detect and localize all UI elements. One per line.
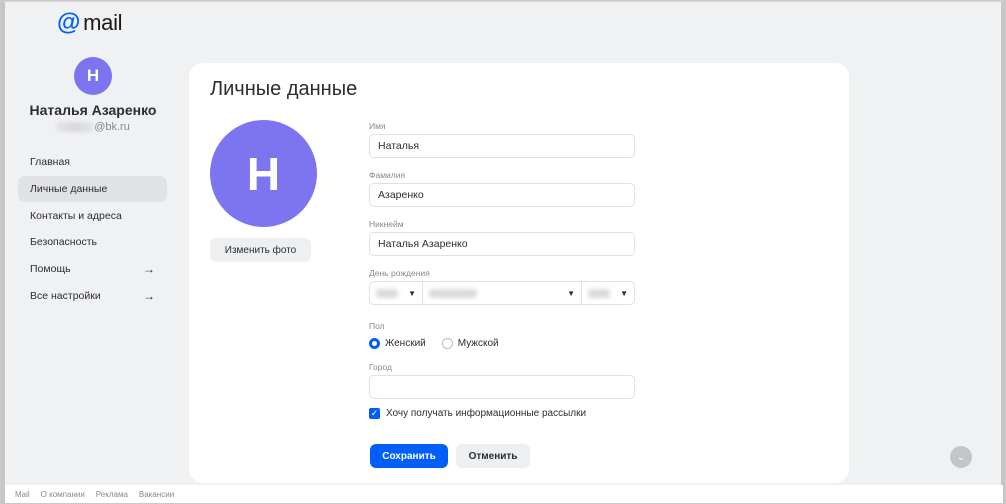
sidebar-item-contacts[interactable]: Контакты и адреса: [18, 203, 167, 229]
sidebar-item-personal-data[interactable]: Личные данные: [18, 175, 167, 202]
birthday-selects: ▼ ▼ ▼: [369, 281, 635, 305]
sidebar-item-label: Главная: [30, 156, 70, 168]
scroll-down-icon[interactable]: ⌄: [950, 446, 972, 468]
personal-data-card: Личные данные Н Изменить фото Имя Наталь…: [189, 63, 849, 483]
page-title: Личные данные: [210, 78, 358, 100]
blurred-value: [376, 288, 398, 298]
gender-label: Пол: [369, 321, 385, 331]
gender-male-radio[interactable]: Мужской: [441, 337, 499, 349]
sidebar-item-label: Контакты и адреса: [30, 209, 122, 222]
gender-male-label: Мужской: [457, 337, 499, 349]
checkmark-icon: ✓: [369, 408, 380, 419]
newsletter-checkbox[interactable]: ✓ Хочу получать информационные рассылки: [369, 408, 636, 419]
sidebar-item-label: Все настройки: [30, 289, 101, 302]
radio-unchecked-icon: [441, 337, 453, 349]
birthday-label: День рождения: [369, 268, 430, 278]
sidebar-item-label: Помощь: [30, 263, 71, 276]
sidebar-avatar[interactable]: Н: [74, 57, 112, 95]
blurred-value: [588, 288, 610, 298]
caret-down-icon: ▼: [567, 288, 575, 298]
birthday-year-select[interactable]: ▼: [581, 281, 635, 305]
personal-data-form: Имя Наталья Фамилия Азаренко Никнейм Нат…: [369, 121, 636, 419]
first-name-label: Имя: [369, 121, 386, 131]
mail-logo[interactable]: @ mail: [57, 9, 123, 36]
first-name-input[interactable]: Наталья: [369, 134, 635, 158]
arrow-right-icon: →: [143, 262, 155, 277]
footer-link-ads[interactable]: Реклама: [96, 490, 128, 499]
city-input[interactable]: [369, 375, 635, 399]
gender-female-radio[interactable]: Женский: [369, 337, 426, 349]
footer-link-jobs[interactable]: Вакансии: [139, 490, 174, 499]
footer: Mail О компании Реклама Вакансии: [5, 485, 1003, 503]
page-background: @ mail Н Наталья Азаренко @bk.ru Главная…: [1, 1, 1005, 503]
email-blurred-part: [56, 122, 95, 133]
save-button[interactable]: Сохранить: [370, 444, 448, 468]
footer-link-mail[interactable]: Mail: [15, 490, 30, 499]
caret-down-icon: ▼: [408, 288, 416, 298]
sidebar-item-help[interactable]: Помощь →: [18, 256, 167, 282]
arrow-right-icon: →: [143, 288, 155, 303]
radio-checked-icon: [369, 337, 380, 349]
gender-radio-group: Женский Мужской: [369, 334, 636, 352]
nickname-label: Никнейм: [369, 219, 404, 229]
last-name-label: Фамилия: [369, 170, 406, 180]
logo-text: mail: [83, 10, 123, 35]
change-photo-button[interactable]: Изменить фото: [210, 238, 311, 262]
user-email: @bk.ru: [19, 121, 167, 133]
sidebar-item-label: Безопасность: [30, 236, 97, 249]
cancel-button[interactable]: Отменить: [456, 444, 530, 468]
sidebar-nav: Главная Личные данные Контакты и адреса …: [18, 149, 167, 310]
user-name: Наталья Азаренко: [29, 102, 157, 118]
at-logo-icon: @: [57, 9, 81, 36]
city-label: Город: [369, 362, 392, 372]
sidebar-item-all-settings[interactable]: Все настройки →: [18, 283, 167, 309]
nickname-input[interactable]: Наталья Азаренко: [369, 232, 635, 256]
gender-female-label: Женский: [385, 337, 426, 349]
sidebar-item-security[interactable]: Безопасность: [18, 229, 167, 255]
sidebar-item-label: Личные данные: [30, 182, 108, 195]
birthday-day-select[interactable]: ▼: [369, 281, 423, 305]
profile-avatar[interactable]: Н: [210, 120, 317, 227]
email-domain: @bk.ru: [94, 121, 130, 133]
caret-down-icon: ▼: [620, 288, 628, 298]
sidebar-item-home[interactable]: Главная: [18, 149, 167, 175]
blurred-value: [429, 288, 477, 298]
birthday-month-select[interactable]: ▼: [422, 281, 582, 305]
last-name-input[interactable]: Азаренко: [369, 183, 635, 207]
newsletter-label: Хочу получать информационные рассылки: [386, 408, 587, 419]
footer-link-about[interactable]: О компании: [41, 490, 85, 499]
